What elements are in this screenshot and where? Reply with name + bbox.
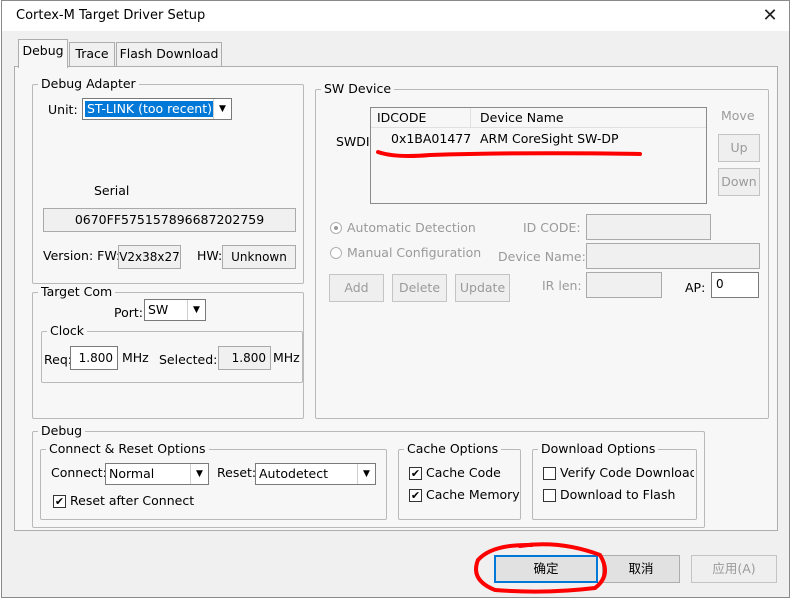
device-name-label: Device Name: [498, 249, 586, 264]
radio-dot [334, 226, 338, 230]
hw-version-value: Unknown [222, 245, 296, 269]
unit-dropdown[interactable]: ST-LINK (too recent) ▼ [82, 98, 232, 120]
connect-label: Connect: [51, 465, 107, 480]
apply-button[interactable]: 应用(A) [691, 555, 777, 583]
connect-reset-title: Connect & Reset Options [46, 442, 209, 456]
tab-debug[interactable]: Debug [18, 39, 68, 68]
hw-label: HW: [197, 248, 223, 263]
row-idcode: 0x1BA01477 [391, 131, 472, 146]
download-to-flash-label: Download to Flash [560, 487, 676, 502]
chevron-down-icon[interactable]: ▼ [213, 99, 231, 119]
clock-req-input[interactable] [70, 346, 118, 370]
download-options-title: Download Options [538, 442, 659, 456]
cache-memory-checkbox[interactable]: ✔ [409, 489, 422, 502]
debug-adapter-group: Debug Adapter Unit: ST-LINK (too recent)… [32, 77, 304, 284]
window-title: Cortex-M Target Driver Setup [16, 8, 206, 23]
selected-label: Selected: [159, 352, 218, 367]
title-bar: Cortex-M Target Driver Setup ✕ [2, 1, 789, 31]
download-options-group: Download Options Verify Code Download Do… [532, 442, 697, 520]
cache-code-label: Cache Code [426, 465, 501, 480]
move-up-button[interactable]: Up [718, 134, 760, 162]
ir-len-label: IR len: [542, 278, 582, 293]
chevron-down-icon[interactable]: ▼ [357, 464, 375, 484]
unit-label: Unit: [48, 102, 78, 117]
clock-group: Clock Req: MHz Selected: 1.800 MHz [41, 324, 303, 383]
port-selected-value: SW [148, 302, 169, 317]
req-label: Req: [44, 352, 72, 367]
clock-title: Clock [47, 324, 87, 338]
debug-options-title: Debug [38, 424, 86, 438]
delete-button[interactable]: Delete [392, 274, 447, 302]
close-icon[interactable]: ✕ [756, 3, 784, 29]
tab-trace[interactable]: Trace [69, 42, 115, 66]
sw-device-group: SW Device SWDIO IDCODE Device Name 0x1BA… [315, 82, 769, 419]
connect-selected-value: Normal [109, 466, 155, 481]
verify-code-download-label: Verify Code Download [560, 465, 694, 480]
row-device-name: ARM CoreSight SW-DP [480, 131, 619, 146]
update-button[interactable]: Update [455, 274, 510, 302]
cache-code-checkbox[interactable]: ✔ [409, 467, 422, 480]
download-to-flash-checkbox[interactable] [543, 489, 556, 502]
chevron-down-icon[interactable]: ▼ [190, 464, 208, 484]
reset-label: Reset: [217, 465, 257, 480]
unit-selected-value: ST-LINK (too recent) [85, 101, 214, 117]
column-header-idcode[interactable]: IDCODE [371, 108, 471, 128]
device-name-input[interactable] [586, 243, 760, 269]
connect-dropdown[interactable]: Normal ▼ [105, 463, 209, 485]
cache-memory-label: Cache Memory [426, 487, 520, 502]
port-label: Port: [114, 305, 143, 320]
clock-selected-value: 1.800 [218, 346, 271, 370]
automatic-detection-radio[interactable] [330, 222, 342, 234]
move-label: Move [721, 108, 755, 123]
cache-options-group: Cache Options ✔ Cache Code ✔ Cache Memor… [398, 442, 521, 520]
dialog-window: Cortex-M Target Driver Setup ✕ Debug Tra… [1, 0, 790, 598]
column-header-device-name[interactable]: Device Name [472, 108, 706, 128]
selected-unit-label: MHz [273, 350, 300, 365]
reset-after-connect-checkbox[interactable]: ✔ [53, 495, 66, 508]
serial-value: 0670FF575157896687202759 [43, 208, 296, 232]
id-code-label: ID CODE: [523, 220, 581, 235]
ok-button[interactable]: 确定 [494, 555, 598, 583]
serial-label: Serial [94, 183, 130, 198]
ap-input[interactable]: 0 [711, 272, 759, 298]
manual-configuration-radio[interactable] [330, 247, 342, 259]
sw-device-title: SW Device [321, 82, 395, 96]
sw-device-table[interactable]: IDCODE Device Name 0x1BA01477 ARM CoreSi… [370, 107, 707, 204]
debug-options-group: Debug Connect & Reset Options Connect: N… [32, 424, 705, 528]
ap-label: AP: [685, 280, 706, 295]
move-down-button[interactable]: Down [718, 168, 760, 196]
verify-code-download-checkbox[interactable] [543, 467, 556, 480]
cache-options-title: Cache Options [404, 442, 502, 456]
add-button[interactable]: Add [329, 274, 384, 302]
port-dropdown[interactable]: SW ▼ [144, 299, 206, 321]
reset-selected-value: Autodetect [259, 466, 329, 481]
table-row[interactable]: 0x1BA01477 ARM CoreSight SW-DP [371, 131, 706, 149]
id-code-input[interactable] [586, 214, 711, 240]
connect-reset-group: Connect & Reset Options Connect: Normal … [40, 442, 387, 520]
target-com-title: Target Com [38, 285, 116, 299]
ir-len-input[interactable] [586, 272, 662, 298]
table-header: IDCODE Device Name [371, 108, 706, 128]
cancel-button[interactable]: 取消 [602, 555, 680, 583]
chevron-down-icon[interactable]: ▼ [187, 300, 205, 320]
debug-adapter-title: Debug Adapter [38, 77, 139, 91]
reset-after-connect-label: Reset after Connect [70, 493, 195, 508]
tab-flash-download[interactable]: Flash Download [116, 42, 222, 66]
fw-version-value: V2x38x27 [118, 245, 181, 269]
automatic-detection-label: Automatic Detection [347, 220, 476, 235]
version-fw-label: Version: FW: [43, 248, 121, 263]
debug-tab-page: Debug Adapter Unit: ST-LINK (too recent)… [14, 66, 778, 531]
req-unit-label: MHz [122, 350, 149, 365]
manual-configuration-label: Manual Configuration [347, 245, 482, 260]
reset-dropdown[interactable]: Autodetect ▼ [255, 463, 376, 485]
target-com-group: Target Com Port: SW ▼ Clock Req: MHz Sel… [32, 285, 304, 419]
